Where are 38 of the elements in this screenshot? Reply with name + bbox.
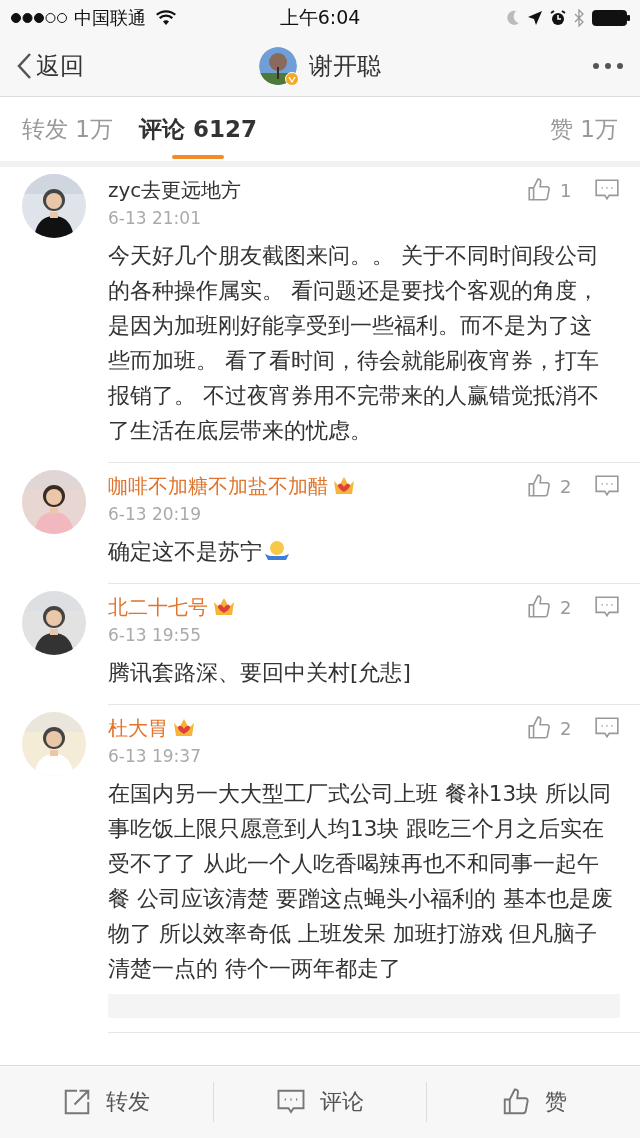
crown-icon bbox=[332, 475, 356, 497]
comment-text: 确定这不是苏宁 bbox=[108, 538, 262, 566]
like-count: 2 bbox=[560, 475, 573, 497]
comment-text: 今天好几个朋友截图来问。。 关于不同时间段公司的各种操作属实。 看问题还是要找个客观的角度，是因为加班刚好能享受到一些福利。而不是为了这些而加班。 看了看时间，待会就能刷夜宵券，打车报销了。 不过夜宵券用不完带来的人赢错觉抵消不了生活在底层带来的忧虑。 bbox=[108, 242, 600, 445]
comment-text: 在国内另一大大型工厂式公司上班 餐补13块 所以同事吃饭上限只愿意到人均13块 跟吃三个月之后实在受不了了 从此一个人吃香喝辣再也不和同事一起午餐 公司应该清楚 要蹭这点蝇头小福利的 基本也是废物了 所以效率奇低 上班发呆 加班打游戏 但凡脑子清楚一点的 待个一两年都走了 bbox=[108, 780, 613, 983]
comment-date: 6-13 19:37 bbox=[108, 746, 202, 766]
status-time: 上午6:04 bbox=[279, 5, 361, 30]
page-title: 谢开聪 bbox=[309, 51, 381, 82]
tab[interactable]: 评论 6127 bbox=[138, 97, 257, 161]
like-count: 1 bbox=[560, 179, 573, 201]
moon-icon bbox=[506, 10, 520, 26]
more-icon[interactable] bbox=[592, 62, 624, 70]
battery-icon bbox=[592, 10, 630, 26]
thumbs-up-icon[interactable] bbox=[526, 177, 552, 203]
bluetooth-icon bbox=[574, 9, 584, 27]
signal-icon bbox=[10, 12, 68, 24]
comment-date: 6-13 19:55 bbox=[108, 625, 202, 645]
location-icon bbox=[528, 11, 542, 25]
chevron-left-icon bbox=[16, 52, 32, 80]
thumbs-up-icon[interactable] bbox=[526, 715, 552, 741]
like-count: 2 bbox=[560, 596, 573, 618]
commenter-name[interactable]: zyc去更远地方 bbox=[108, 176, 242, 204]
action-button[interactable]: 转发 bbox=[0, 1082, 213, 1122]
comment-date: 6-13 20:19 bbox=[108, 504, 202, 524]
comment-text: 腾讯套路深、要回中关村[允悲] bbox=[108, 659, 411, 687]
like-count: 2 bbox=[560, 717, 573, 739]
action-button[interactable]: 评论 bbox=[212, 1082, 427, 1122]
alarm-icon bbox=[550, 10, 566, 26]
crown-icon bbox=[172, 717, 196, 739]
action-button[interactable]: 赞 bbox=[426, 1082, 640, 1122]
thumbs-up-icon[interactable] bbox=[526, 594, 552, 620]
comment-date: 6-13 21:01 bbox=[108, 208, 202, 228]
tab-underline bbox=[171, 155, 224, 159]
thumbs-up-icon[interactable] bbox=[526, 473, 552, 499]
wifi-icon bbox=[156, 10, 176, 26]
crown-icon bbox=[212, 596, 236, 618]
back-button[interactable]: 返回 bbox=[16, 50, 84, 82]
carrier-name: 中国联通 bbox=[74, 6, 146, 30]
